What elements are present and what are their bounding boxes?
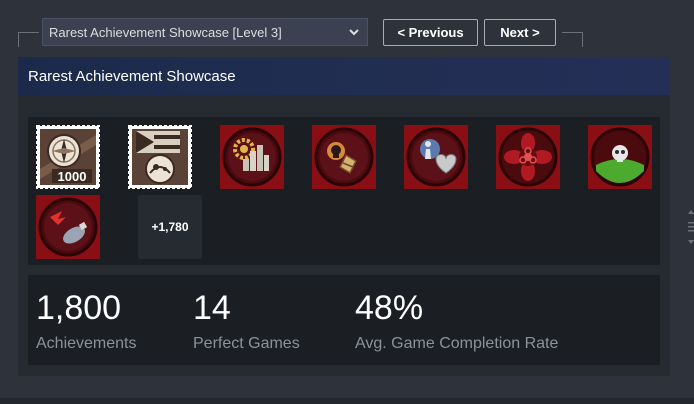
frame-bracket-left <box>18 32 39 47</box>
stat-label: Avg. Game Completion Rate <box>355 335 559 352</box>
stat-perfect-games: 14 Perfect Games <box>193 289 300 353</box>
compass-1000-badge-icon[interactable]: 1000 <box>36 125 100 189</box>
next-button[interactable]: Next > <box>484 19 556 46</box>
bird-bomb-badge-icon[interactable] <box>36 195 100 259</box>
more-achievements-count[interactable]: +1,780 <box>138 195 202 259</box>
flag-planet-badge-icon[interactable] <box>128 125 192 189</box>
panel-header: Rarest Achievement Showcase <box>18 57 670 95</box>
stat-achievements: 1,800 Achievements <box>36 289 137 353</box>
frame-bracket-right <box>562 32 583 47</box>
stat-label: Achievements <box>36 335 137 352</box>
stats-summary: 1,800 Achievements 14 Perfect Games 48% … <box>28 275 660 365</box>
showcase-select[interactable]: Rarest Achievement Showcase [Level 3] <box>42 18 368 46</box>
achievement-showcase-panel: Rarest Achievement Showcase 1000 +1,780 … <box>18 57 670 376</box>
panel-title: Rarest Achievement Showcase <box>28 67 236 85</box>
stat-label: Perfect Games <box>193 335 300 352</box>
skull-shield-badge-icon[interactable] <box>312 125 376 189</box>
chess-heart-badge-icon[interactable] <box>404 125 468 189</box>
chevron-down-icon <box>349 29 359 36</box>
achievement-grid: 1000 +1,780 <box>28 117 660 265</box>
page-bottom-edge <box>0 398 694 404</box>
biohazard-flower-badge-icon[interactable] <box>496 125 560 189</box>
stat-completion-rate: 48% Avg. Game Completion Rate <box>355 289 558 353</box>
skull-hill-badge-icon[interactable] <box>588 125 652 189</box>
stat-value: 14 <box>193 289 231 327</box>
svg-text:1000: 1000 <box>58 169 87 184</box>
stat-value: 1,800 <box>36 289 122 327</box>
showcase-select-value: Rarest Achievement Showcase [Level 3] <box>49 24 282 40</box>
gear-city-badge-icon[interactable] <box>220 125 284 189</box>
previous-button[interactable]: < Previous <box>383 19 478 46</box>
reorder-handle-icon[interactable] <box>688 210 694 244</box>
stat-value: 48% <box>355 289 424 327</box>
